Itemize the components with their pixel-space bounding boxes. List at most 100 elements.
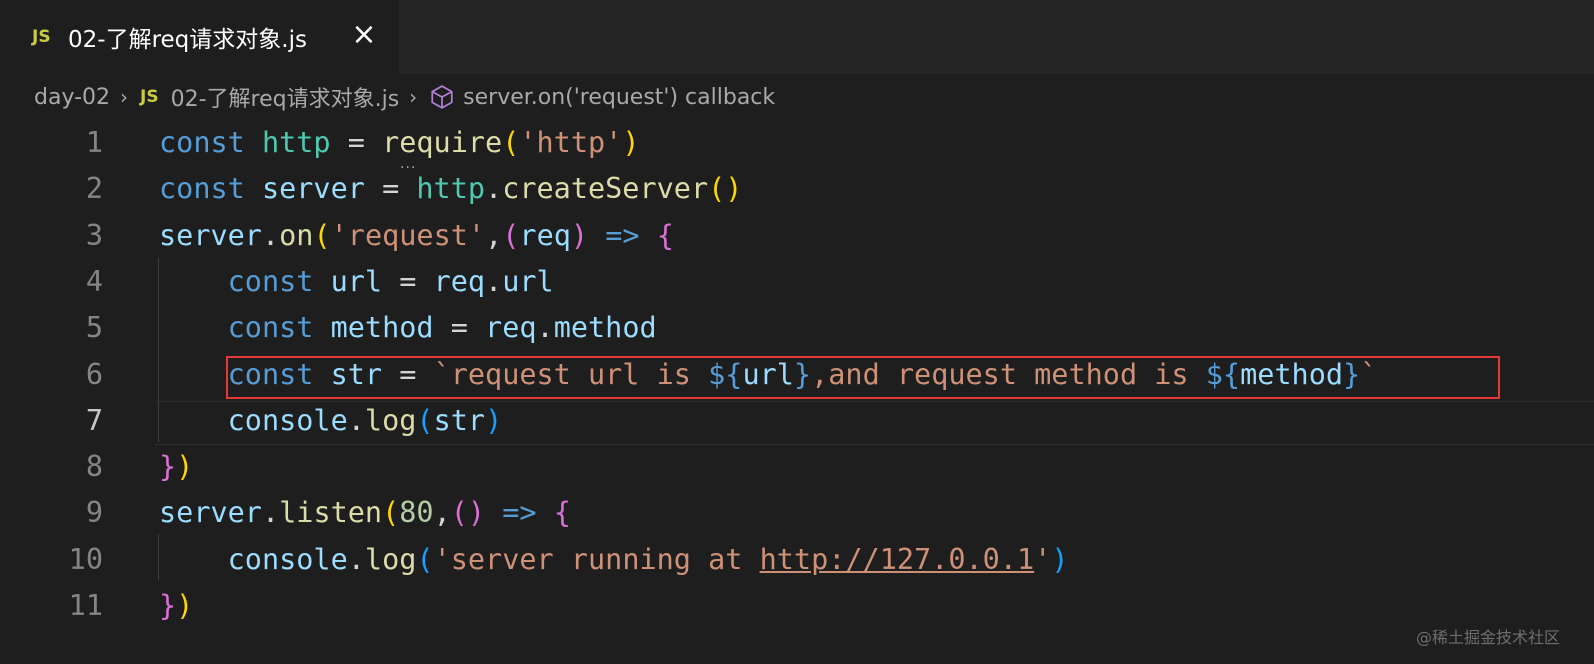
code-line[interactable]: 6 const str = `request url is ${url},and…	[0, 352, 1594, 398]
code-text: })	[159, 444, 193, 490]
breadcrumb-folder[interactable]: day-02	[34, 85, 110, 110]
code-token: http://127.0.0.1	[759, 542, 1035, 576]
line-number: 7	[85, 403, 103, 437]
code-token: ()	[450, 496, 486, 530]
code-line[interactable]: 7 console.log(str)	[0, 398, 1594, 444]
code-text: server.listen(80,() => {	[159, 490, 571, 536]
code-token: ,and request method is	[811, 357, 1206, 391]
code-line[interactable]: 1 const http = require('http')	[0, 120, 1594, 166]
code-token: 'request'	[330, 218, 486, 252]
code-token: const	[159, 172, 262, 206]
code-token: require	[382, 126, 503, 159]
code-token: url	[742, 357, 794, 391]
code-token: .	[485, 172, 503, 206]
code-token: (	[382, 496, 400, 530]
code-token: 'server running at	[433, 542, 760, 576]
code-text: const str = `request url is ${url},and r…	[159, 352, 1378, 398]
line-number: 5	[85, 311, 103, 345]
code-token: )	[176, 450, 194, 484]
code-token: )	[1051, 542, 1069, 576]
hint-dots: ...	[400, 156, 417, 172]
code-token: req	[433, 264, 486, 298]
code-token: const	[227, 264, 331, 298]
code-token: =>	[605, 218, 640, 252]
code-token: on	[279, 218, 314, 252]
code-text: console.log(str)	[159, 398, 503, 444]
breadcrumb: day-02 › JS 02-了解req请求对象.js › server.on(…	[0, 74, 1594, 120]
code-text: console.log('server running at http://12…	[159, 537, 1069, 583]
code-token: `	[1360, 357, 1378, 391]
code-token: console	[227, 403, 348, 437]
code-token: .	[261, 496, 280, 530]
code-token: =	[433, 311, 486, 345]
code-text: })	[159, 583, 193, 629]
editor-tab[interactable]: JS 02-了解req请求对象.js ×	[0, 0, 400, 74]
code-token: url	[330, 264, 383, 298]
code-token: server	[261, 172, 365, 206]
code-line[interactable]: 9 server.listen(80,() => {	[0, 490, 1594, 536]
line-number: 8	[85, 450, 103, 484]
code-token: .	[347, 542, 365, 576]
code-line[interactable]: 8})	[0, 444, 1594, 490]
code-token: ,	[433, 496, 451, 530]
code-token: (	[502, 218, 520, 252]
code-token: )	[176, 589, 194, 622]
code-token: req	[485, 311, 537, 345]
code-token: ,	[485, 218, 503, 252]
code-token: .	[261, 218, 280, 252]
code-token: {	[553, 496, 571, 530]
code-token: =>	[502, 496, 537, 530]
code-token: (	[416, 403, 434, 437]
breadcrumb-file[interactable]: 02-了解req请求对象.js	[171, 81, 400, 113]
code-text: const server = http.createServer()	[159, 166, 742, 212]
javascript-file-icon: JS	[32, 27, 51, 47]
line-number: 9	[85, 496, 103, 530]
code-token: http	[261, 126, 331, 159]
code-token: `request url is	[433, 357, 709, 391]
code-text: const method = req.method	[159, 305, 657, 351]
code-token: method	[1240, 357, 1344, 391]
code-token: (	[416, 542, 434, 576]
code-line[interactable]: 10 console.log('server running at http:/…	[0, 537, 1594, 583]
chevron-right-icon: ›	[409, 85, 418, 109]
code-text: const url = req.url	[159, 259, 554, 305]
code-token: 80	[399, 496, 434, 530]
code-token: }	[1343, 357, 1361, 391]
code-token: .	[347, 403, 365, 437]
code-token: '	[1034, 542, 1052, 576]
code-token: const	[227, 311, 331, 345]
symbol-method-cube-icon	[431, 85, 453, 109]
code-token: createServer	[502, 172, 709, 206]
code-editor[interactable]: 1 const http = require('http') 2 const serv…	[0, 120, 1594, 640]
code-token: console	[227, 542, 348, 576]
code-line[interactable]: 5 const method = req.method	[0, 305, 1594, 351]
close-icon[interactable]: ×	[349, 20, 379, 50]
code-token: =	[330, 126, 383, 159]
code-token: listen	[279, 496, 383, 530]
line-number: 6	[85, 357, 103, 391]
code-line[interactable]: 3 server.on('request',(req) => {	[0, 213, 1594, 259]
tab-bar: JS 02-了解req请求对象.js ×	[0, 0, 1594, 74]
code-token: log	[364, 542, 417, 576]
code-token: 'http'	[519, 126, 623, 159]
code-token: str	[433, 403, 486, 437]
code-token: )	[485, 403, 503, 437]
code-token: const	[227, 357, 331, 391]
code-token: }	[793, 357, 812, 391]
code-token: server	[159, 496, 262, 530]
code-token: {	[656, 218, 674, 252]
breadcrumb-symbol[interactable]: server.on('request') callback	[463, 85, 775, 110]
javascript-file-icon: JS	[140, 87, 159, 107]
code-token: .	[536, 311, 554, 345]
code-token: const	[159, 126, 262, 159]
code-line[interactable]: 11})	[0, 583, 1594, 629]
code-token: }	[159, 589, 177, 622]
code-line[interactable]: 4 const url = req.url	[0, 259, 1594, 305]
code-token: method	[553, 311, 657, 345]
code-line[interactable]: 2 const server = http.createServer()	[0, 166, 1594, 212]
